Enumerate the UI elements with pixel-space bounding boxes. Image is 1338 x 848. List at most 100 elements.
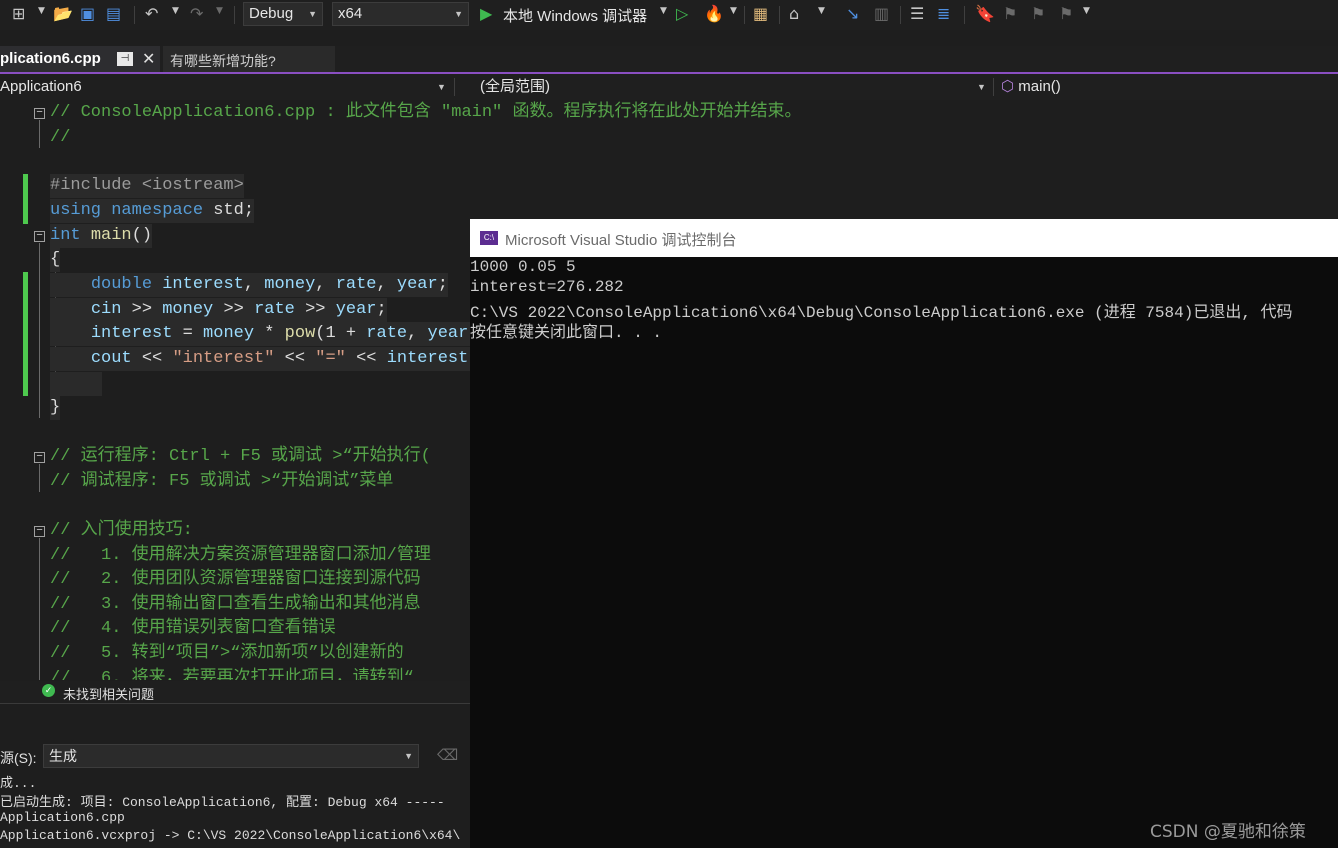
code-line: // 2. 使用团队资源管理器窗口连接到源代码 (50, 570, 421, 589)
output-line: Application6.cpp (0, 810, 125, 825)
hot-reload-dropdown-icon[interactable]: ▼ (730, 6, 737, 16)
start-without-debug-icon[interactable]: ▷ (676, 4, 688, 24)
output-source-label: 源(S): (0, 750, 37, 766)
new-project-dropdown-icon[interactable]: ▼ (38, 6, 45, 16)
document-tabs: plication6.cpp ⊣ ✕ 有哪些新增功能? (0, 46, 1338, 72)
layout-dropdown-icon[interactable]: ▼ (818, 6, 825, 16)
comment-icon[interactable]: ≣ (937, 4, 950, 24)
output-line: 已启动生成: 项目: ConsoleApplication6, 配置: Debu… (0, 795, 445, 810)
code-line: // 6. 将来，若要再次打开此项目，请转到“ (50, 669, 414, 680)
prev-bookmark-icon[interactable]: ⚑ (1003, 4, 1017, 24)
start-debug-icon[interactable]: ▶ (480, 4, 492, 24)
scope-select[interactable]: (全局范围) ▼ (480, 76, 990, 98)
member-value: main() (1018, 78, 1061, 95)
fold-toggle-icon[interactable]: − (34, 231, 45, 242)
code-line: } (50, 396, 61, 420)
navigation-bar: Application6 ▼ (全局范围) ▼ ⬡ main() (0, 74, 1338, 100)
chevron-down-icon: ▼ (404, 751, 413, 761)
project-value: Application6 (0, 78, 82, 95)
code-line: int main() (50, 224, 153, 248)
hot-reload-icon[interactable]: 🔥 (704, 4, 724, 24)
configuration-select[interactable]: Debug ▼ (243, 2, 323, 26)
outline-guide (39, 120, 40, 148)
browse-folder-icon[interactable]: ▦ (753, 4, 768, 24)
code-line: // (50, 128, 71, 147)
toolbar-separator (744, 6, 745, 24)
change-indicator (23, 272, 28, 396)
console-app-icon: C:\ (480, 231, 498, 245)
undo-dropdown-icon[interactable]: ▼ (172, 6, 179, 16)
indent-icon[interactable]: ☰ (910, 4, 924, 24)
open-folder-icon[interactable]: 📂 (53, 4, 73, 24)
new-project-icon[interactable]: ⊞ (12, 4, 25, 24)
toolbar-overflow-icon[interactable]: ▼ (1083, 6, 1090, 16)
code-line: // 4. 使用错误列表窗口查看错误 (50, 619, 336, 638)
change-indicator (23, 174, 28, 224)
next-bookmark-icon[interactable]: ⚑ (1031, 4, 1045, 24)
format-icon[interactable]: ▥ (874, 4, 889, 24)
redo-icon[interactable]: ↷ (190, 4, 203, 24)
configuration-value: Debug (249, 5, 294, 22)
code-line: double interest, money, rate, year; (50, 273, 448, 297)
chevron-down-icon: ▼ (308, 9, 317, 19)
code-line: using namespace std; (50, 199, 255, 223)
save-all-icon[interactable]: ▤ (106, 4, 121, 24)
outline-guide (39, 464, 40, 492)
member-select[interactable]: ⬡ main() (1001, 76, 1331, 98)
code-line: cin >> money >> rate >> year; (50, 298, 387, 322)
tab-active-file[interactable]: plication6.cpp ⊣ ✕ (0, 46, 160, 72)
toolbar-separator (234, 6, 235, 24)
step-icon[interactable]: ↘ (846, 4, 859, 24)
code-line: { (50, 248, 61, 272)
clear-bookmarks-icon[interactable]: ⚑ (1059, 4, 1073, 24)
toolbar-separator (779, 6, 780, 24)
main-toolbar: ⊞ ▼ 📂 ▣ ▤ ↶ ▼ ↷ ▼ Debug ▼ x64 ▼ ▶ 本地 Win… (0, 0, 1338, 30)
check-circle-icon: ✓ (42, 684, 55, 697)
console-title: Microsoft Visual Studio 调试控制台 (505, 232, 737, 249)
code-line: #include <iostream> (50, 174, 244, 198)
toolbar-separator (454, 78, 455, 96)
code-line: // 1. 使用解决方案资源管理器窗口添加/管理 (50, 546, 431, 565)
console-title-bar[interactable]: C:\ Microsoft Visual Studio 调试控制台 (470, 219, 1338, 257)
fold-toggle-icon[interactable]: − (34, 452, 45, 463)
console-line: 1000 0.05 5 (470, 258, 576, 276)
run-target-dropdown-icon[interactable]: ▼ (660, 6, 667, 16)
platform-value: x64 (338, 5, 363, 22)
output-panel: 源(S): 生成 ▼ ⌫ 成... 已启动生成: 项目: ConsoleAppl… (0, 703, 470, 848)
scope-value: (全局范围) (480, 78, 550, 95)
toolbar-separator (134, 6, 135, 24)
toolbar-separator (900, 6, 901, 24)
redo-dropdown-icon[interactable]: ▼ (216, 6, 223, 16)
cube-icon: ⬡ (1001, 78, 1015, 95)
console-line: interest=276.282 (470, 278, 624, 296)
code-line: interest = money * pow(1 + rate, year); (50, 322, 489, 346)
platform-select[interactable]: x64 ▼ (332, 2, 469, 26)
tab-label: 有哪些新增功能? (170, 53, 276, 69)
undo-icon[interactable]: ↶ (145, 4, 158, 24)
tab-label: plication6.cpp (0, 50, 101, 67)
project-select[interactable]: Application6 ▼ (0, 76, 450, 98)
fold-toggle-icon[interactable]: − (34, 526, 45, 537)
pin-icon[interactable]: ⊣ (117, 52, 133, 66)
console-line: 按任意键关闭此窗口. . . (470, 324, 663, 342)
outline-guide (39, 538, 40, 680)
toolbar-separator (964, 6, 965, 24)
run-target-label[interactable]: 本地 Windows 调试器 (503, 5, 647, 26)
output-clear-icon[interactable]: ⌫ (437, 746, 458, 764)
code-line: // 调试程序: F5 或调试 >“开始调试”菜单 (50, 472, 394, 491)
save-icon[interactable]: ▣ (80, 4, 95, 24)
output-source-select[interactable]: 生成 ▼ (43, 744, 419, 768)
tab-whats-new[interactable]: 有哪些新增功能? (163, 46, 335, 72)
bookmark-icon[interactable]: 🔖 (975, 4, 995, 24)
fold-toggle-icon[interactable]: − (34, 108, 45, 119)
code-line: // 5. 转到“项目”>“添加新项”以创建新的 (50, 644, 404, 663)
code-line: cout << "interest" << "=" << interest; (50, 347, 479, 371)
close-icon[interactable]: ✕ (142, 49, 155, 69)
watermark-text: CSDN @夏驰和徐策 (1150, 822, 1306, 842)
chevron-down-icon: ▼ (977, 82, 986, 92)
issues-status-text[interactable]: 未找到相关问题 (63, 684, 154, 703)
debug-console-window[interactable]: C:\ Microsoft Visual Studio 调试控制台 1000 0… (470, 219, 1338, 848)
toolbar-separator (993, 78, 994, 96)
output-line: 成... (0, 776, 37, 791)
window-layout-icon[interactable]: ⌂ (789, 4, 799, 24)
